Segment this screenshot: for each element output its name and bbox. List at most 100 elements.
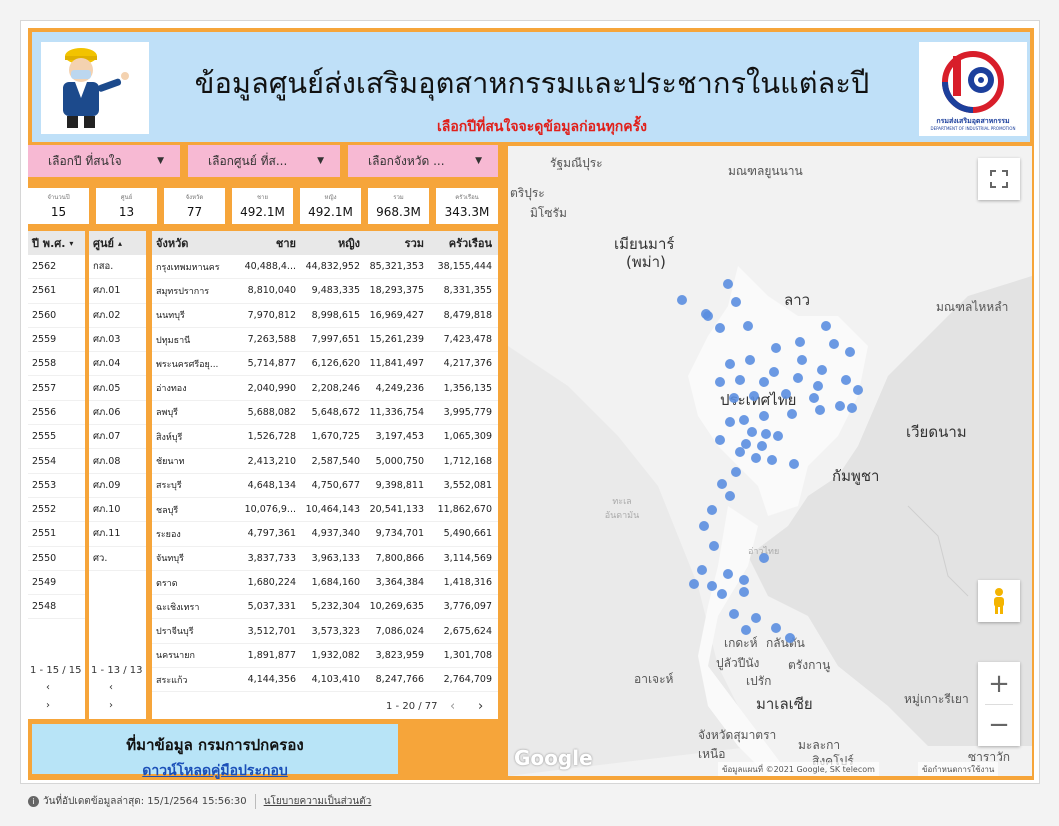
table-row[interactable]: ชลบุรี 10,076,9... 10,464,143 20,541,133 11,… [152,498,498,523]
table-row[interactable]: ตราด 1,680,224 1,684,160 3,364,384 1,418,316 [152,571,498,596]
table-row[interactable]: 2561 [28,279,85,304]
table-row[interactable]: 2562 [28,255,85,280]
province-marker[interactable] [715,377,725,387]
table-row[interactable]: 2560 [28,304,85,328]
table-row[interactable]: 2551 [28,522,85,547]
province-marker[interactable] [723,569,733,579]
province-marker[interactable] [725,491,735,501]
center-filter-dropdown[interactable]: เลือกศูนย์ ที่ส... ▼ [188,145,340,177]
table-row[interactable]: ศภ.08 [89,449,146,474]
province-marker[interactable] [759,553,769,563]
table-row[interactable]: ปทุมธานี 7,263,588 7,997,651 15,261,239 7,42… [152,328,498,353]
province-marker[interactable] [677,295,687,305]
province-marker[interactable] [789,459,799,469]
province-marker[interactable] [731,467,741,477]
table-row[interactable]: สมุทรปราการ 8,810,040 9,483,335 18,293,375 8… [152,279,498,304]
table-row[interactable]: ปราจีนบุรี 3,512,701 3,573,323 7,086,024 2,6… [152,619,498,644]
table-row[interactable]: ศภ.09 [89,474,146,498]
year-filter-dropdown[interactable]: เลือกปี ที่สนใจ ▼ [28,145,180,177]
year-table-header[interactable]: ปี พ.ศ. ▾ [28,231,85,255]
province-marker[interactable] [739,587,749,597]
province-marker[interactable] [707,505,717,515]
table-row[interactable]: 2552 [28,498,85,523]
table-row[interactable]: สิงห์บุรี 1,526,728 1,670,725 3,197,453 1,06… [152,425,498,450]
province-marker[interactable] [709,541,719,551]
province-marker[interactable] [735,447,745,457]
province-marker[interactable] [723,279,733,289]
province-marker[interactable] [717,589,727,599]
table-row[interactable]: 2554 [28,449,85,474]
table-row[interactable]: 2556 [28,401,85,426]
province-marker[interactable] [759,411,769,421]
next-page-icon[interactable]: › [478,699,483,714]
province-marker[interactable] [795,337,805,347]
map-panel[interactable]: รัฐมณีปุระ มณฑลยูนนาน ตริปุระ มิโซรัม เม… [508,146,1032,776]
province-marker[interactable] [751,453,761,463]
province-marker[interactable] [845,347,855,357]
female-column-header[interactable]: หญิง [300,234,364,252]
center-table-header[interactable]: ศูนย์ ▴ [89,231,146,255]
map-terms-link[interactable]: ข้อกำหนดการใช้งาน [918,762,999,776]
fullscreen-icon[interactable] [978,158,1020,200]
table-row[interactable]: 2558 [28,352,85,377]
province-marker[interactable] [847,403,857,413]
male-column-header[interactable]: ชาย [238,234,300,252]
province-marker[interactable] [725,359,735,369]
table-row[interactable]: ชัยนาท 2,413,210 2,587,540 5,000,750 1,712,1… [152,449,498,474]
province-marker[interactable] [781,389,791,399]
province-marker[interactable] [771,623,781,633]
province-marker[interactable] [689,579,699,589]
province-marker[interactable] [787,409,797,419]
download-manual-link[interactable]: ดาวน์โหลดคู่มือประกอบ [32,760,398,782]
province-marker[interactable] [701,309,711,319]
province-marker[interactable] [829,339,839,349]
table-row[interactable]: พระนครศรีอยุ... 5,714,877 6,126,620 11,841,… [152,352,498,377]
province-marker[interactable] [735,375,745,385]
province-marker[interactable] [741,625,751,635]
table-row[interactable]: 2549 [28,571,85,596]
province-marker[interactable] [813,381,823,391]
table-row[interactable]: ฉะเชิงเทรา 5,037,331 5,232,304 10,269,635 3,… [152,595,498,620]
next-page-icon[interactable]: › [46,700,50,711]
table-row[interactable]: ศภ.03 [89,328,146,353]
pegman-icon[interactable] [978,580,1020,622]
province-marker[interactable] [715,435,725,445]
table-row[interactable]: ศภ.02 [89,304,146,328]
table-row[interactable]: 2548 [28,595,85,620]
table-row[interactable]: ศว. [89,547,146,571]
province-marker[interactable] [749,391,759,401]
table-row[interactable]: ลพบุรี 5,688,082 5,648,672 11,336,754 3,995,… [152,401,498,426]
province-marker[interactable] [771,343,781,353]
prev-page-icon[interactable]: ‹ [46,682,50,693]
province-marker[interactable] [717,479,727,489]
table-row[interactable]: ศภ.07 [89,425,146,450]
table-row[interactable]: จันทบุรี 3,837,733 3,963,133 7,800,866 3,114… [152,547,498,571]
table-row[interactable]: ศภ.06 [89,401,146,426]
table-row[interactable]: ศภ.04 [89,352,146,377]
province-marker[interactable] [729,393,739,403]
total-column-header[interactable]: รวม [364,234,428,252]
table-row[interactable]: ศภ.11 [89,522,146,547]
province-marker[interactable] [767,455,777,465]
table-row[interactable]: 2553 [28,474,85,498]
table-row[interactable]: ศภ.05 [89,376,146,401]
table-row[interactable]: นครนายก 1,891,877 1,932,082 3,823,959 1,301,… [152,644,498,669]
households-column-header[interactable]: ครัวเรือน [428,234,496,252]
province-marker[interactable] [757,441,767,451]
province-marker[interactable] [697,565,707,575]
province-marker[interactable] [715,323,725,333]
table-row[interactable]: 2557 [28,376,85,401]
prev-page-icon[interactable]: ‹ [450,699,455,714]
province-marker[interactable] [739,415,749,425]
province-marker[interactable] [797,355,807,365]
province-marker[interactable] [821,321,831,331]
prev-page-icon[interactable]: ‹ [109,682,113,693]
table-row[interactable]: 2559 [28,328,85,353]
table-row[interactable]: กสอ. [89,255,146,280]
province-marker[interactable] [785,633,795,643]
province-marker[interactable] [725,417,735,427]
province-marker[interactable] [741,439,751,449]
province-marker[interactable] [817,365,827,375]
province-marker[interactable] [731,297,741,307]
province-marker[interactable] [743,321,753,331]
